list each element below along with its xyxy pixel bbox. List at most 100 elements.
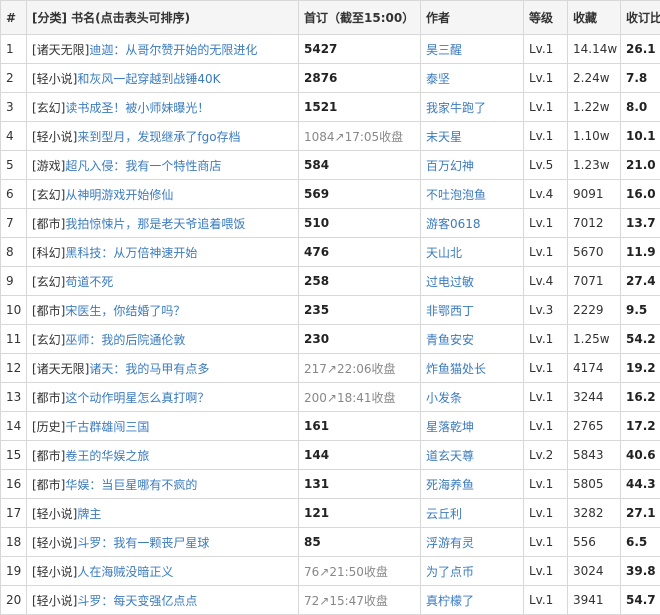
book-title-link[interactable]: 苟道不死: [65, 275, 113, 289]
author-link[interactable]: 天山北: [421, 238, 524, 267]
row-index: 18: [1, 528, 27, 557]
table-row: 5[游戏]超凡入侵：我有一个特性商店584百万幻神Lv.51.23w21.0: [1, 151, 660, 180]
book-title-link[interactable]: 和灰风一起穿越到战锤40K: [77, 72, 220, 86]
favorites-count: 1.22w: [568, 93, 621, 122]
book-title-link[interactable]: 迪迦：从哥尔赞开始的无限进化: [89, 43, 257, 57]
book-title-link[interactable]: 千古群雄闯三国: [65, 420, 149, 434]
book-title-link[interactable]: 来到型月，发现继承了fgo存档: [77, 130, 240, 144]
author-link[interactable]: 末天星: [421, 122, 524, 151]
row-index: 16: [1, 470, 27, 499]
book-title-cell: [玄幻]巫师：我的后院通伦敦: [27, 325, 299, 354]
book-title-cell: [轻小说]人在海贼没暗正义: [27, 557, 299, 586]
author-level: Lv.1: [524, 122, 568, 151]
author-level: Lv.5: [524, 151, 568, 180]
book-title-link[interactable]: 人在海贼没暗正义: [77, 565, 173, 579]
col-header-level[interactable]: 等级: [524, 1, 568, 35]
author-link[interactable]: 星落乾坤: [421, 412, 524, 441]
col-header-index[interactable]: #: [1, 1, 27, 35]
book-title-link[interactable]: 黑科技：从万倍神速开始: [65, 246, 197, 260]
row-index: 15: [1, 441, 27, 470]
col-header-favorites[interactable]: 收藏: [568, 1, 621, 35]
favorites-count: 2765: [568, 412, 621, 441]
table-row: 19[轻小说]人在海贼没暗正义76↗21:50收盘为了点币Lv.1302439.…: [1, 557, 660, 586]
col-header-title[interactable]: [分类] 书名(点击表头可排序): [27, 1, 299, 35]
book-title-link[interactable]: 华娱：当巨星哪有不疯的: [65, 478, 197, 492]
book-title-link[interactable]: 我拍惊悚片，那是老天爷追着喂饭: [65, 217, 245, 231]
fav-sub-ratio: 19.2: [621, 354, 660, 383]
book-title-link[interactable]: 超凡入侵：我有一个特性商店: [65, 159, 221, 173]
book-title-link[interactable]: 巫师：我的后院通伦敦: [65, 333, 185, 347]
col-header-author[interactable]: 作者: [421, 1, 524, 35]
author-link[interactable]: 泰坚: [421, 64, 524, 93]
author-link[interactable]: 百万幻神: [421, 151, 524, 180]
favorites-count: 7012: [568, 209, 621, 238]
book-title-link[interactable]: 从神明游戏开始修仙: [65, 188, 173, 202]
row-index: 5: [1, 151, 27, 180]
favorites-count: 1.10w: [568, 122, 621, 151]
book-category: [玄幻]: [32, 275, 65, 289]
book-category: [历史]: [32, 420, 65, 434]
author-level: Lv.1: [524, 528, 568, 557]
book-title-cell: [都市]华娱：当巨星哪有不疯的: [27, 470, 299, 499]
book-title-link[interactable]: 斗罗：每天变强亿点点: [77, 594, 197, 608]
author-level: Lv.1: [524, 499, 568, 528]
row-index: 3: [1, 93, 27, 122]
row-index: 17: [1, 499, 27, 528]
author-link[interactable]: 昊三醒: [421, 35, 524, 64]
author-level: Lv.1: [524, 557, 568, 586]
author-link[interactable]: 游客0618: [421, 209, 524, 238]
col-header-subscriptions[interactable]: 首订（截至15:00）: [299, 1, 421, 35]
book-title-link[interactable]: 这个动作明星怎么真打啊？: [65, 391, 209, 405]
first-subscriptions: 510: [299, 209, 421, 238]
favorites-count: 2.24w: [568, 64, 621, 93]
row-index: 6: [1, 180, 27, 209]
author-link[interactable]: 小发条: [421, 383, 524, 412]
book-title-link[interactable]: 诸天：我的马甲有点多: [89, 362, 209, 376]
book-title-link[interactable]: 卷王的华娱之旅: [65, 449, 149, 463]
first-subscriptions: 1521: [299, 93, 421, 122]
book-category: [都市]: [32, 449, 65, 463]
book-title-link[interactable]: 宋医生，你结婚了吗？: [65, 304, 185, 318]
book-title-link[interactable]: 读书成圣！被小师妹曝光！: [65, 101, 209, 115]
table-row: 8[科幻]黑科技：从万倍神速开始476天山北Lv.1567011.9: [1, 238, 660, 267]
book-title-link[interactable]: 牌主: [77, 507, 101, 521]
first-subscriptions: 584: [299, 151, 421, 180]
author-link[interactable]: 云丘利: [421, 499, 524, 528]
row-index: 13: [1, 383, 27, 412]
row-index: 11: [1, 325, 27, 354]
author-level: Lv.1: [524, 238, 568, 267]
book-title-cell: [都市]宋医生，你结婚了吗？: [27, 296, 299, 325]
book-category: [轻小说]: [32, 130, 77, 144]
author-link[interactable]: 为了点币: [421, 557, 524, 586]
author-link[interactable]: 青鱼安安: [421, 325, 524, 354]
first-subscriptions: 85: [299, 528, 421, 557]
author-link[interactable]: 非鄂西丁: [421, 296, 524, 325]
book-category: [轻小说]: [32, 565, 77, 579]
table-row: 9[玄幻]苟道不死258过电过敏Lv.4707127.4: [1, 267, 660, 296]
author-link[interactable]: 我家牛跑了: [421, 93, 524, 122]
table-row: 15[都市]卷王的华娱之旅144道玄天尊Lv.2584340.6: [1, 441, 660, 470]
fav-sub-ratio: 11.9: [621, 238, 660, 267]
table-row: 2[轻小说]和灰风一起穿越到战锤40K2876泰坚Lv.12.24w7.8: [1, 64, 660, 93]
author-link[interactable]: 真柠檬了: [421, 586, 524, 615]
fav-sub-ratio: 21.0: [621, 151, 660, 180]
author-level: Lv.3: [524, 296, 568, 325]
book-title-cell: [轻小说]来到型月，发现继承了fgo存档: [27, 122, 299, 151]
col-header-ratio[interactable]: 收订比: [621, 1, 660, 35]
author-link[interactable]: 不吐泡泡鱼: [421, 180, 524, 209]
book-title-link[interactable]: 斗罗：我有一颗丧尸星球: [77, 536, 209, 550]
book-title-cell: [玄幻]苟道不死: [27, 267, 299, 296]
favorites-count: 2229: [568, 296, 621, 325]
author-link[interactable]: 炸鱼猫处长: [421, 354, 524, 383]
author-link[interactable]: 道玄天尊: [421, 441, 524, 470]
ranking-table: # [分类] 书名(点击表头可排序) 首订（截至15:00） 作者 等级 收藏 …: [0, 0, 660, 615]
book-title-cell: [轻小说]斗罗：我有一颗丧尸星球: [27, 528, 299, 557]
author-link[interactable]: 浮游有灵: [421, 528, 524, 557]
fav-sub-ratio: 26.1: [621, 35, 660, 64]
book-category: [游戏]: [32, 159, 65, 173]
table-row: 3[玄幻]读书成圣！被小师妹曝光！1521我家牛跑了Lv.11.22w8.0: [1, 93, 660, 122]
author-link[interactable]: 死海养鱼: [421, 470, 524, 499]
book-title-cell: [科幻]黑科技：从万倍神速开始: [27, 238, 299, 267]
author-link[interactable]: 过电过敏: [421, 267, 524, 296]
favorites-count: 3282: [568, 499, 621, 528]
